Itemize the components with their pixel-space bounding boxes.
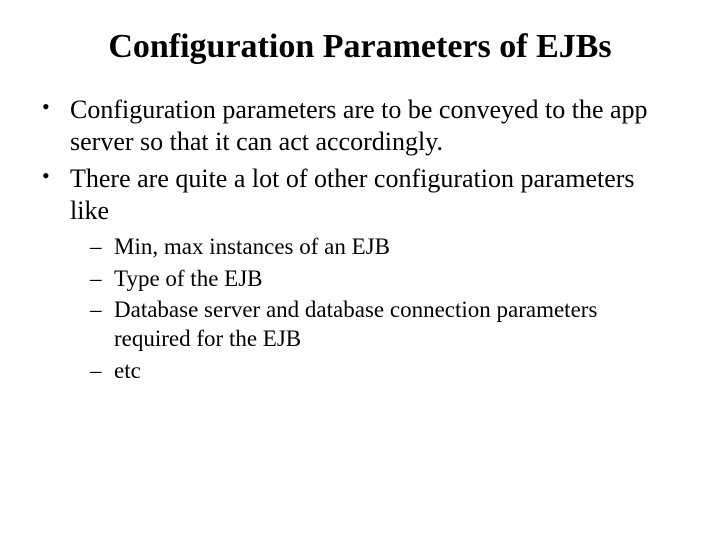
list-item: etc bbox=[70, 357, 670, 386]
sub-bullet-list: Min, max instances of an EJB Type of the… bbox=[70, 233, 670, 386]
list-item: There are quite a lot of other configura… bbox=[40, 163, 670, 385]
list-item-text: Configuration parameters are to be conve… bbox=[70, 95, 648, 156]
slide-title: Configuration Parameters of EJBs bbox=[40, 28, 680, 66]
list-item-text: Min, max instances of an EJB bbox=[114, 234, 390, 259]
list-item-text: Type of the EJB bbox=[114, 266, 263, 291]
list-item: Configuration parameters are to be conve… bbox=[40, 94, 670, 157]
list-item: Database server and database connection … bbox=[70, 296, 670, 354]
list-item-text: There are quite a lot of other configura… bbox=[70, 164, 635, 225]
slide: Configuration Parameters of EJBs Configu… bbox=[0, 0, 720, 540]
list-item-text: etc bbox=[114, 358, 141, 383]
bullet-list: Configuration parameters are to be conve… bbox=[40, 94, 680, 386]
list-item: Min, max instances of an EJB bbox=[70, 233, 670, 262]
list-item: Type of the EJB bbox=[70, 265, 670, 294]
list-item-text: Database server and database connection … bbox=[114, 297, 597, 351]
